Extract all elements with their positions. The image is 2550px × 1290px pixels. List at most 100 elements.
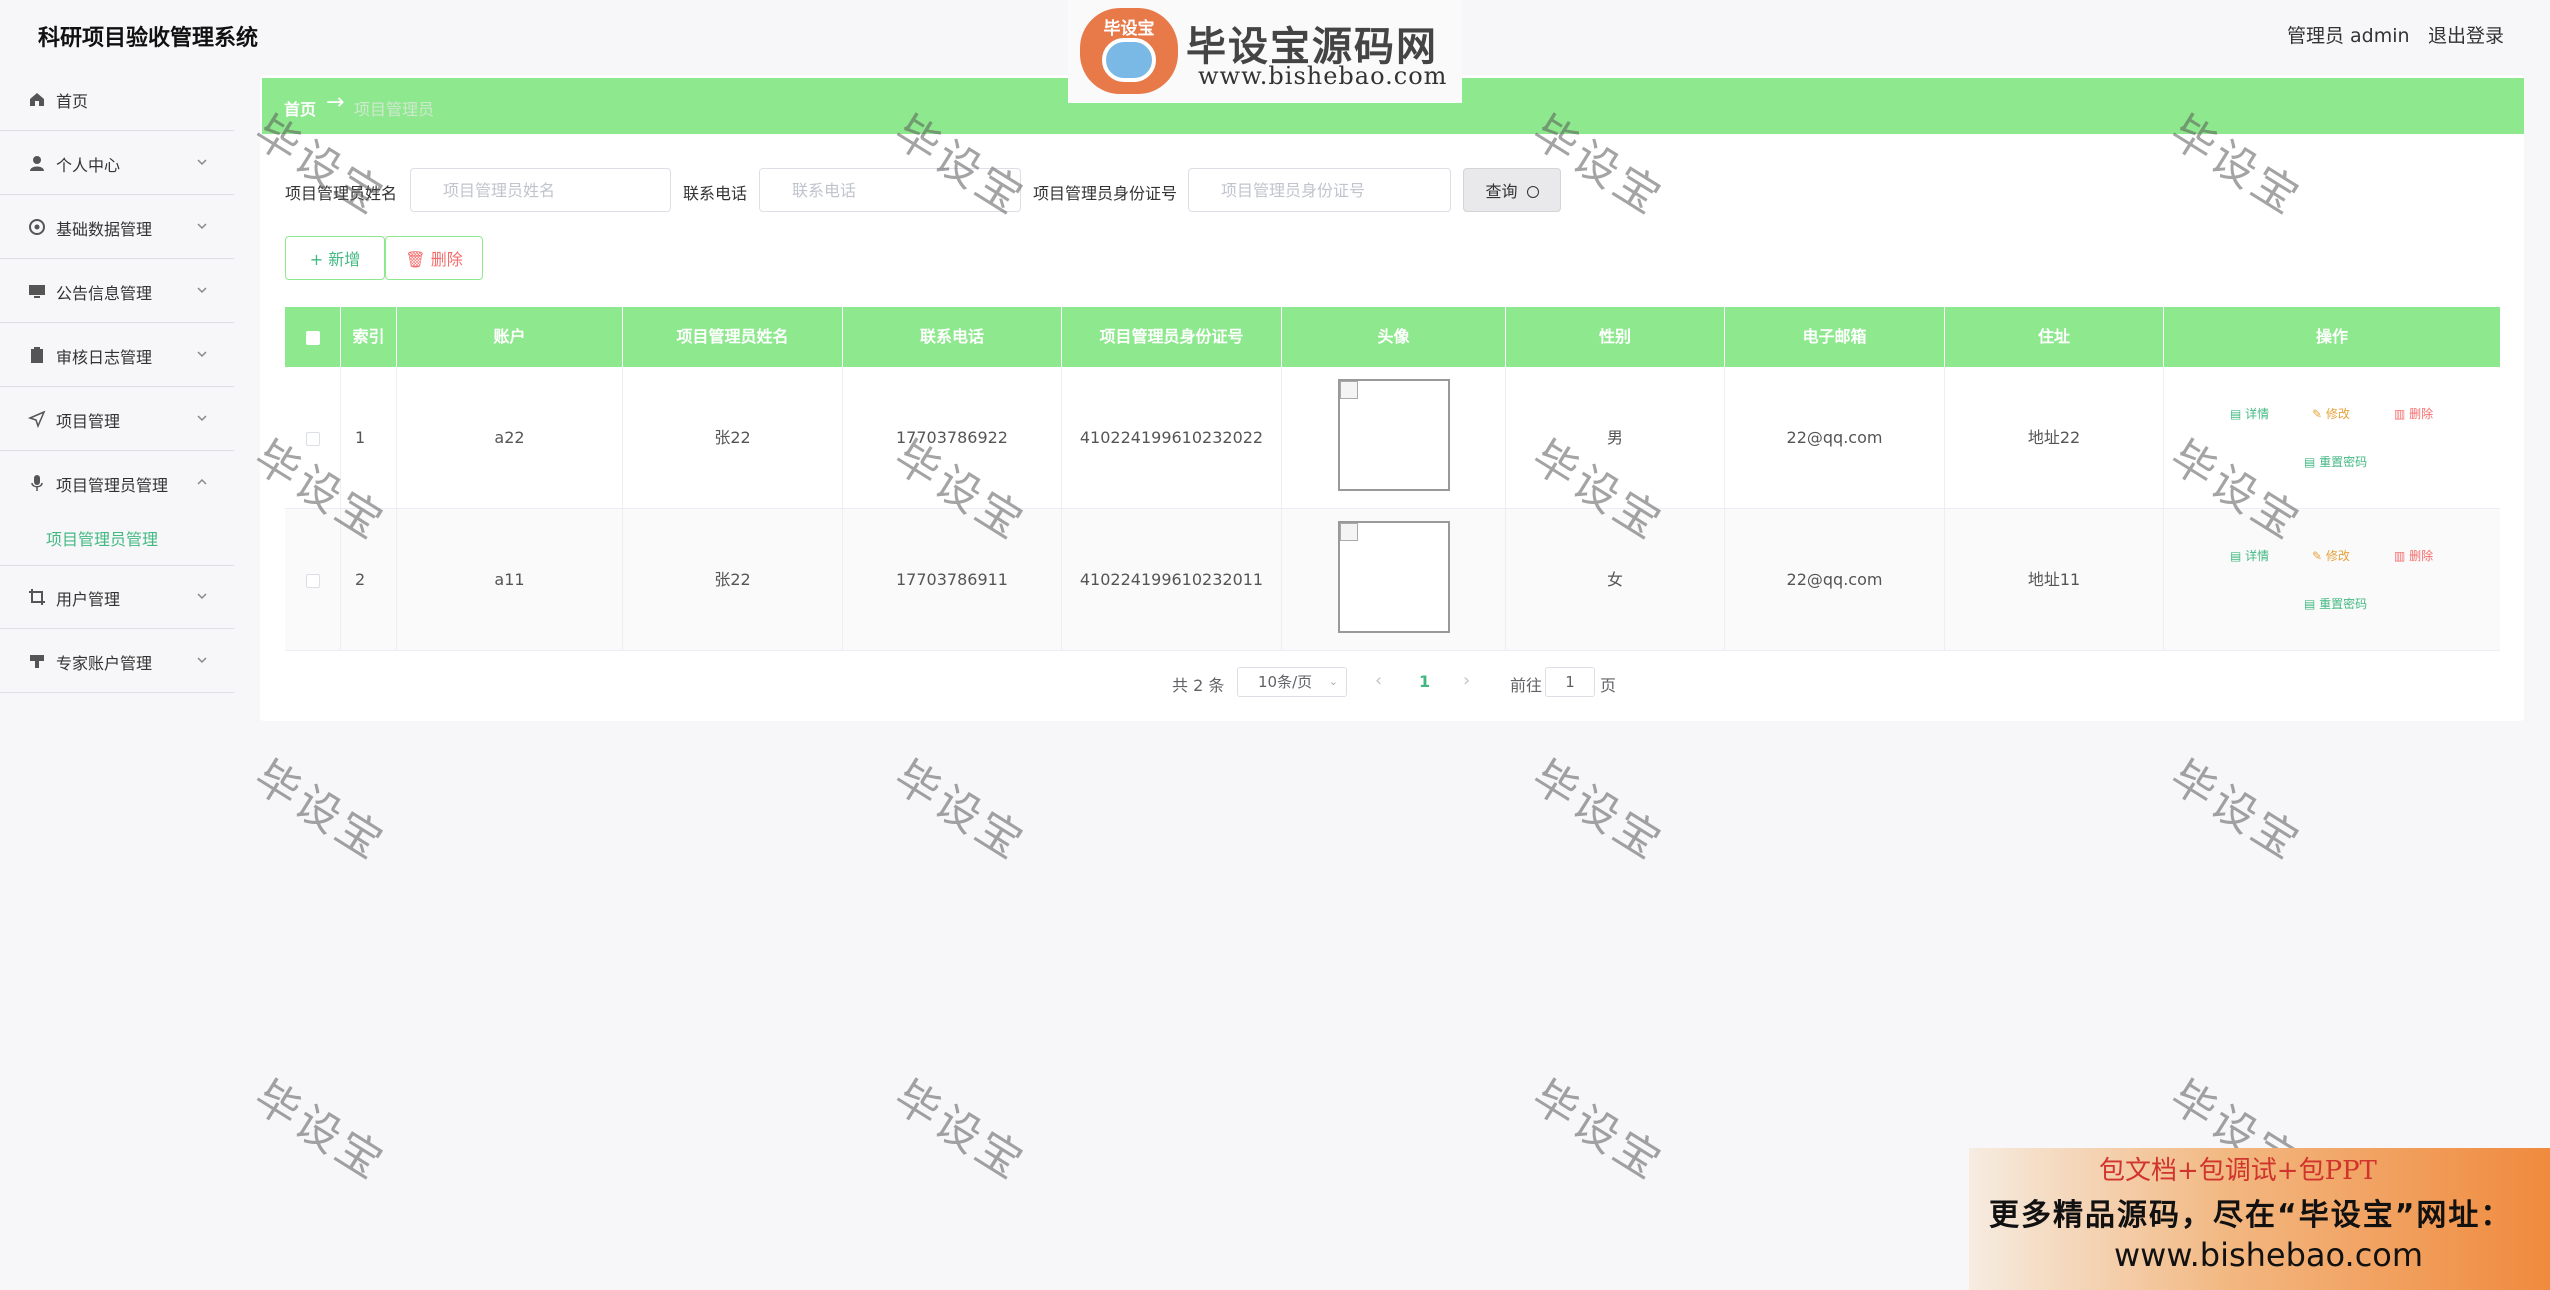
chevron-up-icon	[197, 478, 207, 485]
home-icon	[30, 93, 44, 106]
cell-id-card: 410224199610232022	[1062, 367, 1282, 509]
header-select-all[interactable]	[285, 307, 341, 367]
plus-icon: +	[309, 250, 324, 269]
header-name[interactable]: 项目管理员姓名	[623, 307, 843, 367]
header-address[interactable]: 住址	[1945, 307, 2164, 367]
sidebar-item-label: 基础数据管理	[56, 220, 153, 239]
chevron-down-icon	[197, 415, 207, 422]
search-phone-input[interactable]	[759, 168, 1021, 212]
table-row: 1 a22 张22 17703786922 410224199610232022…	[285, 367, 2500, 509]
header-phone[interactable]: 联系电话	[843, 307, 1062, 367]
watermark-text: 毕设宝	[245, 751, 395, 871]
batch-delete-button[interactable]: 🗑︎ 删除	[385, 236, 483, 280]
cell-address: 地址11	[1945, 509, 2164, 651]
header-operations: 操作	[2315, 327, 2348, 346]
sidebar-item-home[interactable]: 首页	[0, 68, 234, 131]
sidebar: 首页 个人中心 基础数据管理 公告信息管理 审核日志管理 项目管理 项目管理员管…	[0, 68, 234, 1290]
detail-button[interactable]: ▤ 详情	[2230, 549, 2269, 563]
monitor-icon	[29, 285, 45, 298]
gear-icon	[29, 219, 45, 235]
reset-password-button[interactable]: ▤ 重置密码	[2304, 455, 2367, 469]
select-all-checkbox[interactable]	[305, 330, 320, 345]
send-icon	[28, 410, 46, 428]
search-id-input[interactable]	[1188, 168, 1451, 212]
chevron-down-icon	[197, 223, 207, 230]
watermark-text: 毕设宝	[2161, 751, 2311, 871]
search-icon	[1526, 186, 1539, 198]
page-word: 页	[1600, 676, 1617, 695]
submenu-item-project-admin-management[interactable]: 项目管理员管理	[46, 526, 158, 550]
edit-button[interactable]: ✎ 修改	[2312, 407, 2350, 421]
edit-button[interactable]: ✎ 修改	[2312, 549, 2350, 563]
watermark-text: 毕设宝	[1523, 751, 1673, 871]
page-size-select[interactable]: 10条/页 ⌄	[1237, 667, 1347, 697]
sidebar-item-label: 项目管理员管理	[56, 476, 169, 495]
header-account[interactable]: 账户	[397, 307, 623, 367]
chevron-down-icon	[197, 593, 207, 600]
promo-banner[interactable]: 包文档+包调试+包PPT 更多精品源码，尽在“毕设宝”网址： www.bishe…	[1969, 1148, 2550, 1290]
breadcrumb-home[interactable]: 首页	[284, 96, 316, 120]
avatar	[1338, 379, 1450, 491]
cell-index: 1	[341, 367, 397, 509]
cell-email: 22@qq.com	[1725, 509, 1945, 651]
query-label: 查询	[1485, 182, 1518, 201]
sidebar-item-basic-data[interactable]: 基础数据管理	[0, 196, 234, 259]
cell-gender: 男	[1506, 367, 1725, 509]
clipboard-icon	[31, 347, 43, 363]
trash-icon: 🗑︎	[405, 250, 426, 269]
detail-button[interactable]: ▤ 详情	[2230, 407, 2269, 421]
cell-index: 2	[341, 509, 397, 651]
chevron-down-icon	[197, 657, 207, 664]
sidebar-item-users[interactable]: 用户管理	[0, 566, 234, 629]
header-gender[interactable]: 性别	[1506, 307, 1725, 367]
reset-label: 重置密码	[2319, 597, 2368, 611]
broken-image-icon	[1340, 523, 1358, 541]
sidebar-item-expert-accounts[interactable]: 专家账户管理	[0, 630, 234, 693]
sidebar-item-announcements[interactable]: 公告信息管理	[0, 260, 234, 323]
add-button[interactable]: + 新增	[285, 236, 385, 280]
cell-id-card: 410224199610232011	[1062, 509, 1282, 651]
cell-address: 地址22	[1945, 367, 2164, 509]
query-button[interactable]: 查询	[1463, 168, 1561, 212]
crop-icon	[29, 589, 45, 605]
row-checkbox-cell[interactable]	[285, 509, 341, 651]
next-page-button[interactable]: ›	[1463, 670, 1470, 691]
edit-label: 修改	[2325, 407, 2350, 421]
goto-label: 前往	[1510, 676, 1543, 695]
watermark-text: 毕设宝	[885, 751, 1035, 871]
cell-phone: 17703786911	[843, 509, 1062, 651]
search-name-input[interactable]	[410, 168, 671, 212]
delete-label: 删除	[2409, 407, 2434, 421]
table-header: 索引 账户 项目管理员姓名 联系电话 项目管理员身份证号 头像 性别 电子邮箱 …	[285, 307, 2500, 367]
header-email[interactable]: 电子邮箱	[1725, 307, 1945, 367]
row-checkbox[interactable]	[305, 573, 320, 588]
header-avatar[interactable]: 头像	[1282, 307, 1506, 367]
breadcrumb-arrow: →	[326, 90, 345, 115]
row-checkbox-cell[interactable]	[285, 367, 341, 509]
row-checkbox[interactable]	[305, 431, 320, 446]
reset-password-button[interactable]: ▤ 重置密码	[2304, 597, 2367, 611]
header-id-card[interactable]: 项目管理员身份证号	[1062, 307, 1282, 367]
sidebar-item-project-admins[interactable]: 项目管理员管理	[0, 452, 234, 515]
page-size-value: 10条/页	[1258, 673, 1313, 691]
cell-operations: ▤ 详情 ✎ 修改 ▥ 删除 ▤ 重置密码	[2164, 367, 2500, 509]
search-phone-label: 联系电话	[683, 184, 748, 203]
page-number-1[interactable]: 1	[1419, 672, 1430, 691]
cell-name: 张22	[623, 509, 843, 651]
goto-page-input[interactable]	[1545, 667, 1595, 697]
watermark-text: 毕设宝	[1523, 1071, 1673, 1191]
sidebar-item-audit-logs[interactable]: 审核日志管理	[0, 324, 234, 387]
edit-label: 修改	[2325, 549, 2350, 563]
logout-button[interactable]: 退出登录	[2428, 21, 2504, 48]
admin-label: 管理员 admin	[2287, 25, 2410, 47]
prev-page-button[interactable]: ‹	[1375, 670, 1382, 691]
app-title: 科研项目验收管理系统	[38, 26, 259, 51]
sidebar-item-personal-center[interactable]: 个人中心	[0, 132, 234, 195]
sidebar-item-projects[interactable]: 项目管理	[0, 388, 234, 451]
delete-button[interactable]: ▥ 删除	[2394, 549, 2433, 563]
chevron-down-icon: ⌄	[1328, 675, 1338, 688]
cell-avatar	[1282, 509, 1506, 651]
delete-button[interactable]: ▥ 删除	[2394, 407, 2433, 421]
chevron-down-icon	[197, 351, 207, 358]
logo-badge-icon: 毕设宝	[1080, 8, 1178, 94]
